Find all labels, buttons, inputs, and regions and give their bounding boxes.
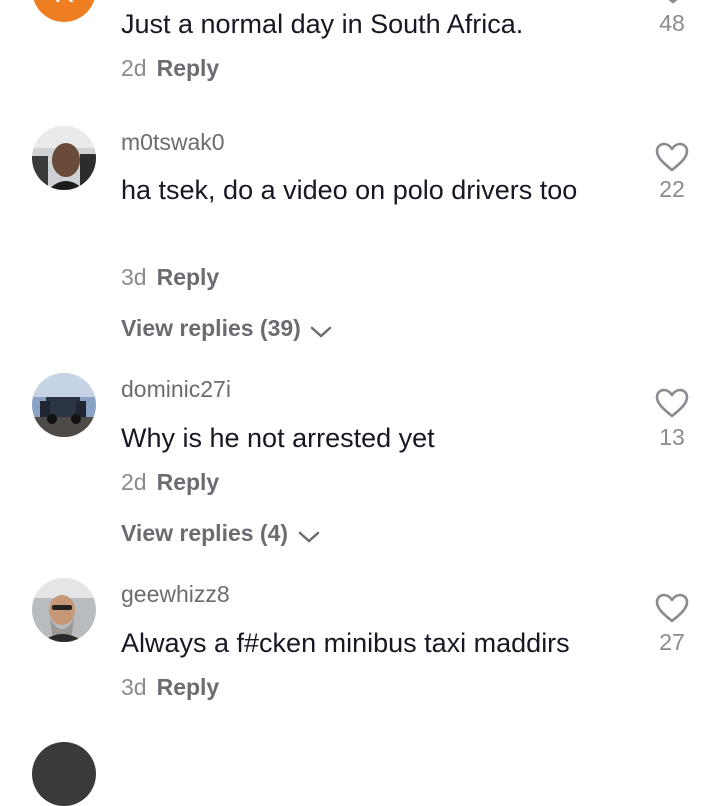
username[interactable]: m0tswak0 xyxy=(121,129,225,156)
view-replies-label: View replies (4) xyxy=(121,520,289,546)
avatar-image xyxy=(32,126,96,190)
comment-text: Always a f#cken minibus taxi maddirs xyxy=(121,628,570,658)
comment-meta: 3d Reply xyxy=(121,674,219,701)
comment-text: ha tsek, do a video on polo drivers too xyxy=(121,175,578,205)
reply-button[interactable]: Reply xyxy=(157,55,220,81)
comment-meta: 2d Reply xyxy=(121,55,219,82)
comment-time: 2d xyxy=(121,469,147,495)
avatar-image xyxy=(32,373,96,437)
view-replies-label: View replies (39) xyxy=(121,315,301,341)
reply-button[interactable]: Reply xyxy=(157,469,220,495)
view-replies-button[interactable]: View replies (4) xyxy=(121,520,321,547)
chevron-down-icon xyxy=(298,531,319,543)
username[interactable]: dominic27i xyxy=(121,376,231,403)
comment-meta: 3d Reply xyxy=(121,264,219,291)
avatar-letter: K xyxy=(54,0,74,9)
avatar[interactable] xyxy=(32,373,96,437)
chevron-down-icon xyxy=(311,326,332,338)
avatar-image xyxy=(32,578,96,642)
like-count: 13 xyxy=(659,424,685,450)
chevron-down-icon[interactable] xyxy=(660,0,686,6)
like-count: 48 xyxy=(659,10,685,36)
heart-icon[interactable] xyxy=(654,141,690,173)
comment-text: Why is he not arrested yet xyxy=(121,423,435,453)
comment-meta: 2d Reply xyxy=(121,469,219,496)
avatar-image: K xyxy=(33,0,95,22)
comment-time: 2d xyxy=(121,55,147,81)
avatar[interactable] xyxy=(32,578,96,642)
like-count: 27 xyxy=(659,629,685,655)
comment-text: Just a normal day in South Africa. xyxy=(121,9,524,39)
reply-button[interactable]: Reply xyxy=(157,674,220,700)
username[interactable]: geewhizz8 xyxy=(121,581,230,608)
heart-icon[interactable] xyxy=(654,592,690,624)
heart-icon[interactable] xyxy=(654,387,690,419)
like-count: 22 xyxy=(659,176,685,202)
comment-time: 3d xyxy=(121,264,147,290)
avatar[interactable]: K xyxy=(32,0,96,22)
avatar[interactable] xyxy=(32,126,96,190)
avatar[interactable] xyxy=(32,742,96,806)
reply-button[interactable]: Reply xyxy=(157,264,220,290)
comment-time: 3d xyxy=(121,674,147,700)
view-replies-button[interactable]: View replies (39) xyxy=(121,315,333,342)
